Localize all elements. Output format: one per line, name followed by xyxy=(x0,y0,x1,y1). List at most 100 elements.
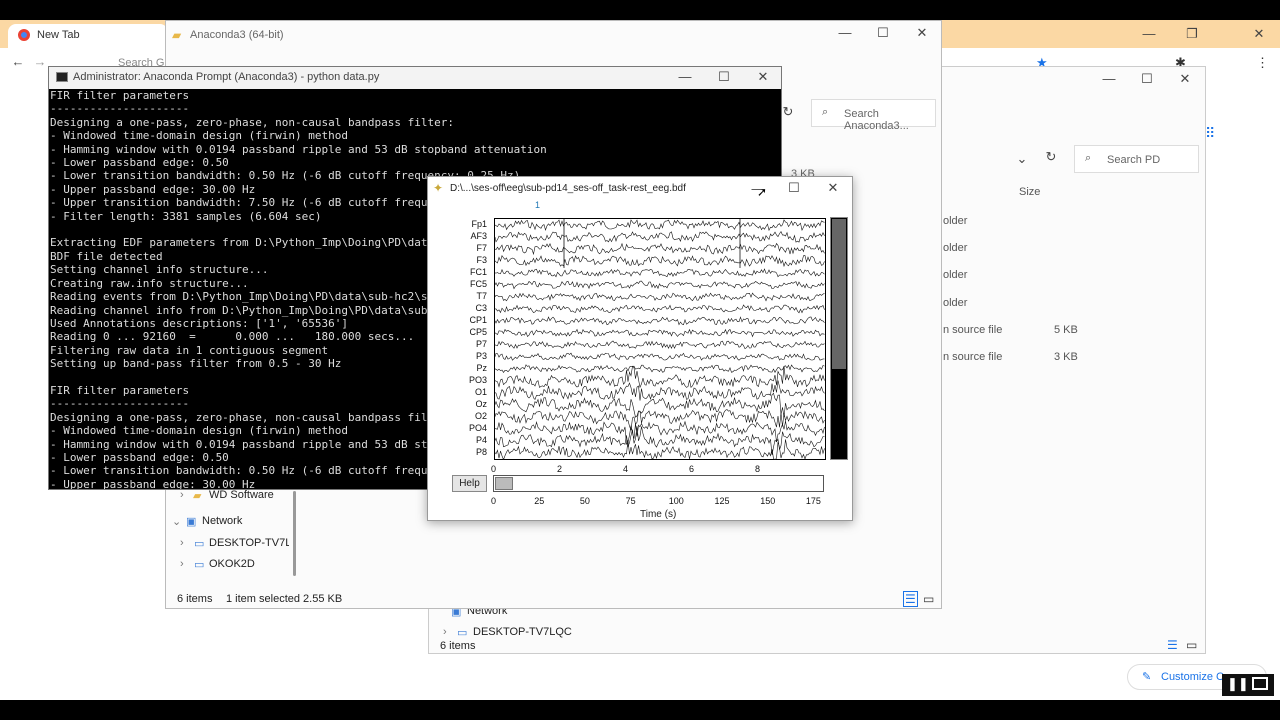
chevron-right-icon[interactable]: › xyxy=(180,558,184,570)
terminal-line: --------------------- xyxy=(50,102,190,116)
scroll-tick-label: 25 xyxy=(534,496,545,506)
tree-item-okok2d[interactable]: OKOK2D xyxy=(209,558,255,570)
list-item-type[interactable]: n source file xyxy=(943,324,1002,336)
browser-tab[interactable]: New Tab xyxy=(8,24,168,48)
drive-icon: ▰ xyxy=(193,490,202,502)
channel-label: F3 xyxy=(476,254,487,265)
channel-label: Oz xyxy=(475,398,487,409)
computer-icon: ▭ xyxy=(457,627,468,639)
scroll-tick-label: 0 xyxy=(491,496,497,506)
explorer-title: Anaconda3 (64-bit) xyxy=(190,29,284,41)
minimize-icon[interactable]: — xyxy=(1101,71,1117,86)
vertical-scrollbar[interactable] xyxy=(830,217,848,460)
maximize-icon[interactable]: ☐ xyxy=(786,180,802,196)
tree-item-desktop[interactable]: DESKTOP-TV7LQC xyxy=(209,537,289,549)
eeg-window-title: D:\...\ses-off\eeg\sub-pd14_ses-off_task… xyxy=(450,183,686,194)
close-icon[interactable]: ✕ xyxy=(825,180,841,196)
chevron-right-icon[interactable]: › xyxy=(443,626,447,638)
folder-icon: ▰ xyxy=(172,28,182,42)
close-icon[interactable]: ✕ xyxy=(1251,26,1267,42)
channel-label: P3 xyxy=(475,350,487,361)
close-icon[interactable]: ✕ xyxy=(914,25,930,41)
tree-item-wd-software[interactable]: WD Software xyxy=(209,489,274,501)
chevron-down-icon[interactable]: ⌄ xyxy=(172,515,181,528)
x-tick-label: 8 xyxy=(755,464,761,474)
status-item-count: 6 items xyxy=(440,640,476,652)
list-item-type[interactable]: older xyxy=(943,215,967,227)
list-item-type[interactable]: n source file xyxy=(943,351,1002,363)
search-placeholder: Search Anaconda3... xyxy=(844,108,909,132)
chevron-right-icon[interactable]: › xyxy=(180,489,184,501)
terminal-line: - Lower passband edge: 0.50 xyxy=(50,156,229,170)
close-icon[interactable]: ✕ xyxy=(1177,71,1193,87)
eeg-plot-window[interactable]: ✦ D:\...\ses-off\eeg\sub-pd14_ses-off_ta… xyxy=(427,176,853,521)
back-arrow-icon[interactable]: ← xyxy=(10,54,26,69)
scroll-tick-label: 150 xyxy=(760,496,776,506)
terminal-titlebar[interactable]: Administrator: Anaconda Prompt (Anaconda… xyxy=(49,67,781,89)
details-view-icon[interactable]: ☰ xyxy=(903,591,918,607)
channel-label: FC5 xyxy=(469,278,487,289)
maximize-icon[interactable]: ☐ xyxy=(716,69,732,85)
channel-label: PO3 xyxy=(468,374,487,385)
x-tick-label: 4 xyxy=(623,464,629,474)
list-item-type[interactable]: older xyxy=(943,242,967,254)
chevron-right-icon[interactable]: › xyxy=(180,537,184,549)
tiles-view-icon[interactable]: ▭ xyxy=(1186,638,1197,652)
column-size-header[interactable]: Size xyxy=(1019,186,1040,198)
channel-label: FC1 xyxy=(469,266,487,277)
terminal-title: Administrator: Anaconda Prompt (Anaconda… xyxy=(73,71,380,83)
refresh-icon[interactable]: ↻ xyxy=(1043,149,1059,165)
tree-scrollbar[interactable] xyxy=(293,491,296,576)
channel-label: F7 xyxy=(476,242,487,253)
mouse-cursor-icon: ➚ xyxy=(757,185,768,199)
scroll-tick-label: 175 xyxy=(805,496,821,506)
minimize-icon[interactable]: — xyxy=(677,69,693,84)
channel-label: PO4 xyxy=(468,422,487,433)
search-placeholder: Search PD xyxy=(1107,154,1161,166)
chrome-icon xyxy=(18,29,30,41)
details-view-icon[interactable]: ☰ xyxy=(1167,638,1178,652)
minimize-icon[interactable]: — xyxy=(1141,26,1157,41)
restore-icon[interactable]: ❐ xyxy=(1184,26,1200,42)
plot-frame xyxy=(494,218,826,460)
maximize-icon[interactable]: ☐ xyxy=(1139,71,1155,87)
help-button[interactable]: Help xyxy=(452,475,487,492)
channel-label: O1 xyxy=(474,386,487,397)
pause-icon[interactable]: ❚❚ xyxy=(1227,676,1249,692)
x-tick-label: 0 xyxy=(491,464,497,474)
scroll-tick-label: 50 xyxy=(579,496,590,506)
video-controls[interactable]: ❚❚ xyxy=(1222,674,1274,696)
list-item-type[interactable]: older xyxy=(943,269,967,281)
list-item-size: 3 KB xyxy=(1054,351,1078,363)
time-view-window[interactable] xyxy=(495,477,514,490)
eeg-traces-plot[interactable] xyxy=(494,218,826,460)
list-item-type[interactable]: older xyxy=(943,297,967,309)
search-icon: ⌕ xyxy=(1085,152,1092,164)
search-box[interactable]: ⌕ Search Anaconda3... xyxy=(811,99,936,132)
forward-arrow-icon[interactable]: → xyxy=(32,54,48,69)
apps-grid-icon[interactable]: ⠿ xyxy=(1205,125,1215,142)
chevron-down-icon[interactable]: ⌄ xyxy=(1014,151,1030,167)
pencil-icon: ✎ xyxy=(1142,671,1152,683)
scrollbar-thumb[interactable] xyxy=(832,219,846,369)
menu-dots-icon[interactable]: ⋮ xyxy=(1256,55,1269,71)
minimize-icon[interactable]: — xyxy=(837,25,853,40)
channel-label: CP1 xyxy=(469,314,487,325)
terminal-line: - Windowed time-domain design (firwin) m… xyxy=(50,129,349,143)
terminal-line: FIR filter parameters xyxy=(50,89,190,102)
tiles-view-icon[interactable]: ▭ xyxy=(923,592,934,606)
refresh-icon[interactable]: ↻ xyxy=(780,104,796,120)
close-icon[interactable]: ✕ xyxy=(755,69,771,85)
terminal-icon xyxy=(56,72,68,82)
pip-icon[interactable] xyxy=(1252,677,1268,690)
maximize-icon[interactable]: ☐ xyxy=(875,25,891,41)
time-scrollbar[interactable] xyxy=(493,475,824,492)
channel-label: P7 xyxy=(475,338,487,349)
search-box[interactable]: ⌕ Search PD xyxy=(1074,145,1199,173)
tree-item-network[interactable]: Network xyxy=(202,515,242,527)
channel-label: AF3 xyxy=(470,230,487,241)
computer-icon: ▭ xyxy=(194,538,205,550)
channel-label: Pz xyxy=(476,362,487,373)
channel-label: P8 xyxy=(475,446,487,457)
tree-item-desktop[interactable]: DESKTOP-TV7LQC xyxy=(473,626,572,638)
